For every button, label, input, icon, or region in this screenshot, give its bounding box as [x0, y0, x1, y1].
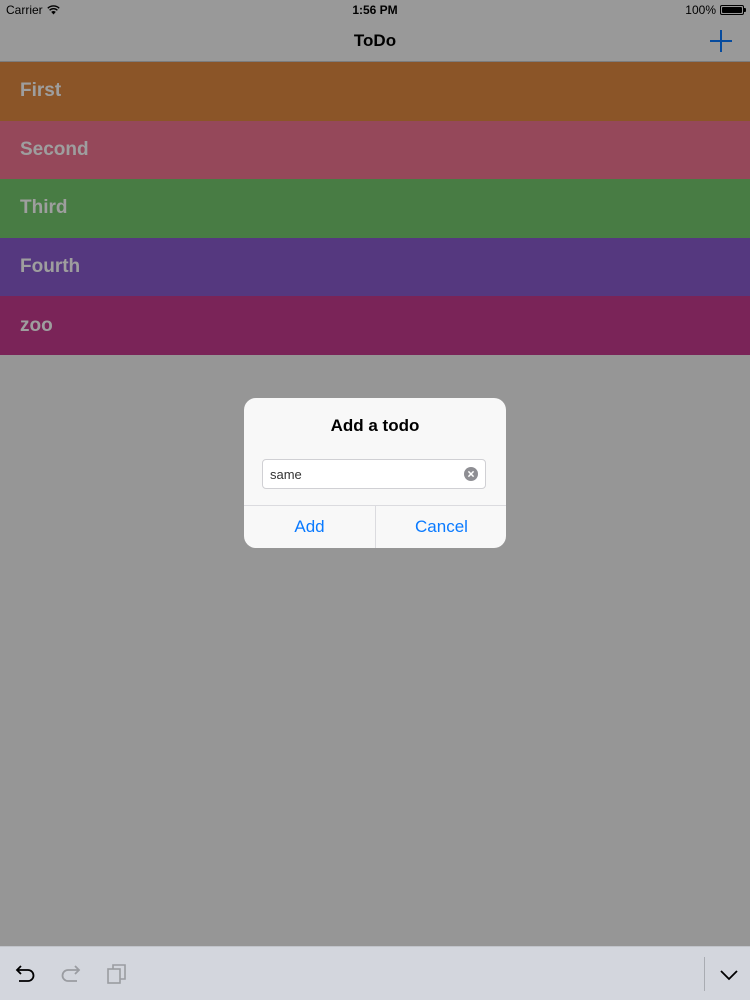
cancel-button[interactable]: Cancel — [376, 506, 506, 548]
redo-icon — [61, 965, 81, 982]
undo-button[interactable] — [12, 961, 38, 987]
shortcut-separator — [704, 957, 705, 991]
keyboard-shortcut-bar — [0, 946, 750, 1000]
paste-icon — [107, 964, 126, 984]
paste-button[interactable] — [104, 961, 130, 987]
keyboard-dismiss-icon — [720, 970, 738, 981]
add-todo-alert: Add a todo Add Cancel — [244, 398, 506, 548]
dismiss-keyboard-button[interactable] — [716, 961, 742, 987]
todo-text-field[interactable] — [262, 459, 486, 489]
add-button[interactable]: Add — [244, 506, 375, 548]
todo-text-input[interactable] — [270, 460, 455, 488]
alert-title: Add a todo — [330, 416, 420, 435]
clear-circle-icon[interactable] — [464, 467, 478, 481]
undo-icon — [15, 965, 35, 982]
redo-button[interactable] — [58, 961, 84, 987]
